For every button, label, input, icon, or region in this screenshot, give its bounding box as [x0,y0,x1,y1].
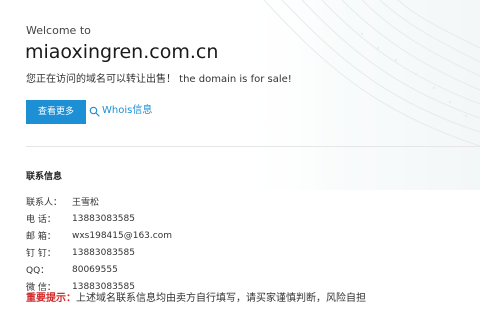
notice-label: 重要提示： [26,293,76,304]
contact-label: 钉 钉： [26,249,56,259]
contact-row-qq: QQ： 80069555 [26,261,172,278]
search-icon [89,106,100,117]
contact-label: 联系人： [26,198,63,208]
contact-value: 王雪松 [72,198,100,208]
whois-link[interactable]: Whois信息 [89,104,152,118]
contact-label: 邮 箱： [26,232,56,242]
contact-value: 80069555 [72,264,118,275]
domain-sale-page: Welcome to miaoxingren.com.cn 您正在访问的域名可以… [0,0,480,320]
contact-row-dingtalk: 钉 钉： 13883083585 [26,244,172,261]
contact-row-email: 邮 箱： wxs198415@163.com [26,227,172,244]
section-divider [26,146,480,147]
contact-value: 13883083585 [72,213,135,224]
background-watermark-icon [230,0,480,190]
view-more-button[interactable]: 查看更多 [26,100,86,124]
whois-label: Whois信息 [102,105,153,116]
contact-label: QQ： [26,266,50,276]
domain-name: miaoxingren.com.cn [25,41,219,63]
contact-label: 电 话： [26,215,56,225]
contact-list: 联系人： 王雪松 电 话： 13883083585 邮 箱： wxs198415… [26,193,172,295]
important-notice: 重要提示：上述域名联系信息均由卖方自行填写，请买家谨慎判断，风险自担 [26,292,366,306]
welcome-text: Welcome to [26,24,91,37]
notice-text: 上述域名联系信息均由卖方自行填写，请买家谨慎判断，风险自担 [76,293,366,304]
contact-value: wxs198415@163.com [72,230,172,241]
sale-message: 您正在访问的域名可以转让出售！ the domain is for sale! [26,74,292,85]
contact-row-person: 联系人： 王雪松 [26,193,172,210]
contact-value: 13883083585 [72,281,135,292]
contact-value: 13883083585 [72,247,135,258]
contact-row-phone: 电 话： 13883083585 [26,210,172,227]
contact-title: 联系信息 [26,172,63,182]
